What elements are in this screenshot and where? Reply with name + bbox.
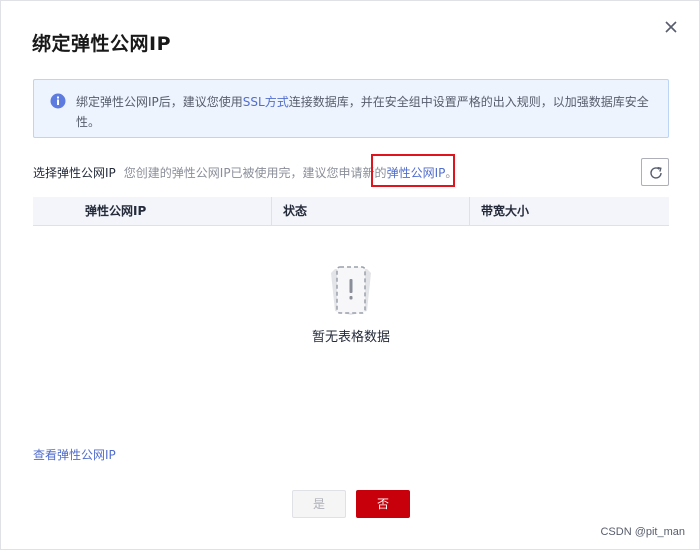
info-text-before: 绑定弹性公网IP后，建议您使用 <box>76 95 243 109</box>
highlight-box <box>371 154 455 187</box>
empty-state-icon <box>323 263 379 323</box>
column-header-bandwidth[interactable]: 带宽大小 <box>481 197 529 225</box>
info-icon <box>50 93 66 109</box>
dialog-title: 绑定弹性公网IP <box>32 33 171 55</box>
bind-eip-dialog: 绑定弹性公网IP 绑定弹性公网IP后，建议您使用SSL方式连接数据库，并在安全组… <box>0 0 700 550</box>
view-eip-link[interactable]: 查看弹性公网IP <box>33 446 116 463</box>
empty-state-text: 暂无表格数据 <box>311 330 390 345</box>
select-eip-hint: 您创建的弹性公网IP已被使用完，建议您申请新的 <box>123 166 387 180</box>
yes-button[interactable]: 是 <box>292 490 346 518</box>
column-header-eip[interactable]: 弹性公网IP <box>85 197 146 225</box>
column-divider <box>271 197 272 225</box>
column-header-status[interactable]: 状态 <box>283 197 307 225</box>
ssl-link[interactable]: SSL方式 <box>243 95 289 109</box>
info-notice: 绑定弹性公网IP后，建议您使用SSL方式连接数据库，并在安全组中设置严格的出入规… <box>33 79 669 138</box>
column-divider <box>469 197 470 225</box>
info-text: 绑定弹性公网IP后，建议您使用SSL方式连接数据库，并在安全组中设置严格的出入规… <box>76 92 658 132</box>
close-icon[interactable] <box>661 17 681 37</box>
refresh-icon <box>650 166 662 179</box>
no-button[interactable]: 否 <box>356 490 410 518</box>
table-header: 弹性公网IP 状态 带宽大小 <box>33 197 669 226</box>
select-eip-label: 选择弹性公网IP <box>33 166 116 180</box>
refresh-button[interactable] <box>641 158 669 186</box>
watermark: CSDN @pit_man <box>600 526 685 538</box>
